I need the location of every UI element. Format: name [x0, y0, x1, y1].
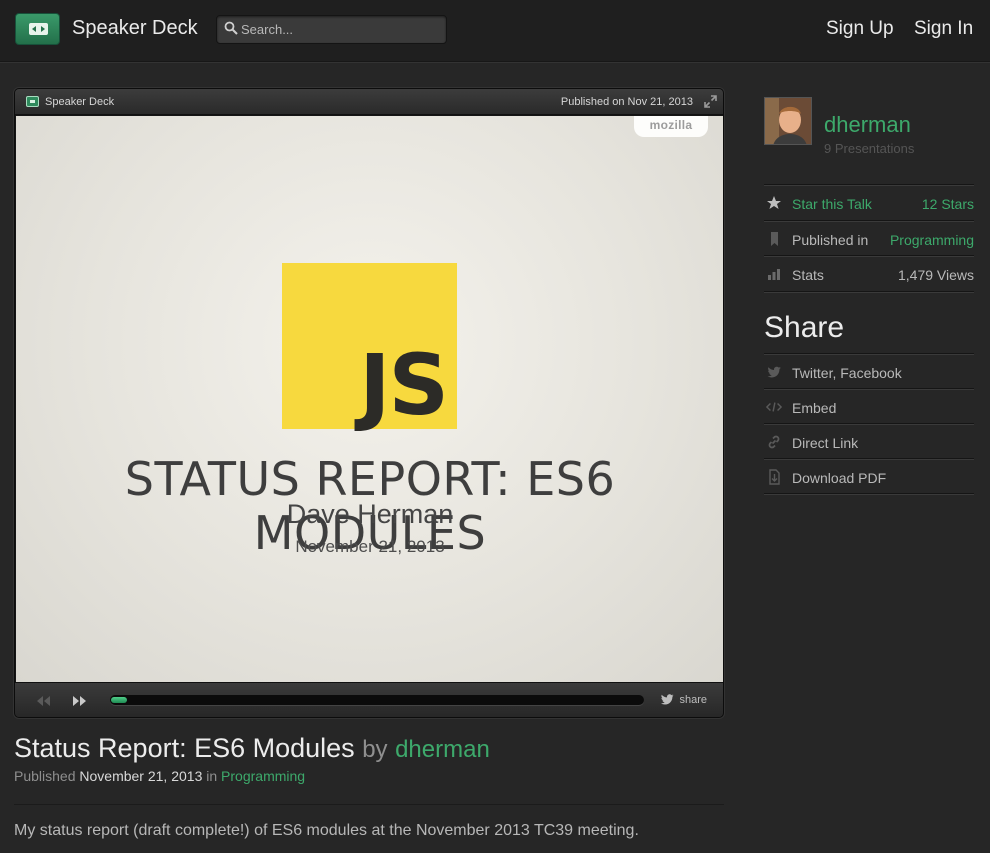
category-link[interactable]: Programming — [221, 768, 305, 784]
sidebar-divider — [764, 184, 974, 185]
author-photo — [765, 98, 811, 144]
published-label: Published — [14, 768, 76, 784]
code-icon — [766, 402, 782, 412]
twitter-icon — [767, 366, 781, 378]
stats-row: Stats 1,479 Views — [764, 257, 974, 291]
share-twitter-facebook-label[interactable]: Twitter, Facebook — [792, 365, 902, 381]
share-direct-link-label[interactable]: Direct Link — [792, 435, 858, 451]
talk-title: Status Report: ES6 Modules — [14, 733, 355, 763]
slide-canvas[interactable]: mozilla JS STATUS REPORT: ES6 MODULES Da… — [16, 116, 723, 682]
fullscreen-icon[interactable] — [704, 95, 717, 108]
sidebar-author-link[interactable]: dherman — [824, 112, 911, 138]
presentations-count: 9 Presentations — [824, 141, 915, 156]
stats-bar-icon — [768, 269, 780, 280]
share-embed-label[interactable]: Embed — [792, 400, 836, 416]
published-date: November 21, 2013 — [79, 768, 203, 784]
player-header: Speaker Deck Published on Nov 21, 2013 — [15, 89, 723, 115]
mozilla-badge: mozilla — [634, 116, 708, 137]
twitter-bird-icon — [661, 694, 674, 705]
share-heading: Share — [764, 311, 845, 344]
star-talk-label[interactable]: Star this Talk — [792, 196, 872, 212]
player-published-date: Published on Nov 21, 2013 — [560, 96, 693, 108]
stars-count: 12 Stars — [921, 196, 974, 212]
sidebar-divider — [764, 220, 974, 221]
star-icon — [767, 196, 781, 209]
js-logo: JS — [282, 263, 457, 429]
sidebar-divider — [764, 493, 974, 494]
stats-label: Stats — [792, 267, 824, 283]
top-navbar: Speaker Deck Sign Up Sign In — [0, 0, 990, 62]
star-talk-row[interactable]: Star this Talk 12 Stars — [764, 186, 974, 220]
download-icon — [769, 469, 780, 485]
sidebar-divider — [764, 353, 974, 354]
link-icon — [768, 435, 780, 449]
published-in-label: Published in — [792, 232, 869, 248]
share-button[interactable]: share — [661, 694, 707, 706]
published-in-category[interactable]: Programming — [890, 232, 974, 248]
slide-progress-bar[interactable] — [110, 695, 644, 705]
bookmark-icon — [771, 232, 778, 246]
talk-description: My status report (draft complete!) of ES… — [14, 822, 639, 839]
progress-fill — [111, 697, 127, 703]
sidebar-divider — [764, 255, 974, 256]
brand-link[interactable]: Speaker Deck — [72, 17, 198, 40]
share-download-pdf[interactable]: Download PDF — [764, 460, 974, 494]
sign-in-link[interactable]: Sign In — [914, 18, 973, 40]
share-embed[interactable]: Embed — [764, 390, 974, 424]
share-download-pdf-label[interactable]: Download PDF — [792, 470, 886, 486]
in-label: in — [206, 768, 218, 784]
sidebar-divider — [764, 423, 974, 424]
views-count: 1,479 Views — [897, 267, 974, 283]
slide-author: Dave Herman — [286, 499, 454, 529]
by-label: by — [362, 736, 388, 763]
search-icon — [224, 21, 238, 35]
sidebar-divider — [764, 291, 974, 292]
slide-date: November 21, 2013 — [295, 537, 445, 556]
avatar[interactable] — [764, 97, 812, 145]
talk-meta: Published November 21, 2013 in Programmi… — [14, 768, 305, 784]
sidebar-divider — [764, 388, 974, 389]
divider — [14, 804, 724, 805]
talk-title-block: Status Report: ES6 Modules by dherman — [14, 733, 490, 764]
speaker-deck-logo-icon[interactable] — [15, 13, 60, 45]
share-label: share — [679, 694, 707, 706]
published-in-row: Published in Programming — [764, 222, 974, 256]
share-direct-link[interactable]: Direct Link — [764, 425, 974, 459]
search-input[interactable] — [241, 16, 441, 43]
sidebar-divider — [764, 458, 974, 459]
player-brand[interactable]: Speaker Deck — [45, 96, 114, 108]
search-box[interactable] — [216, 15, 447, 44]
player-controls: share — [15, 682, 723, 717]
js-logo-text: JS — [359, 336, 449, 434]
slide-player: Speaker Deck Published on Nov 21, 2013 m… — [14, 88, 724, 718]
sign-up-link[interactable]: Sign Up — [826, 18, 894, 40]
previous-slide-icon[interactable] — [35, 694, 51, 708]
next-slide-icon[interactable] — [72, 694, 88, 708]
talk-author-link[interactable]: dherman — [395, 736, 490, 763]
speaker-deck-mini-icon — [26, 96, 39, 107]
share-twitter-facebook[interactable]: Twitter, Facebook — [764, 355, 974, 389]
